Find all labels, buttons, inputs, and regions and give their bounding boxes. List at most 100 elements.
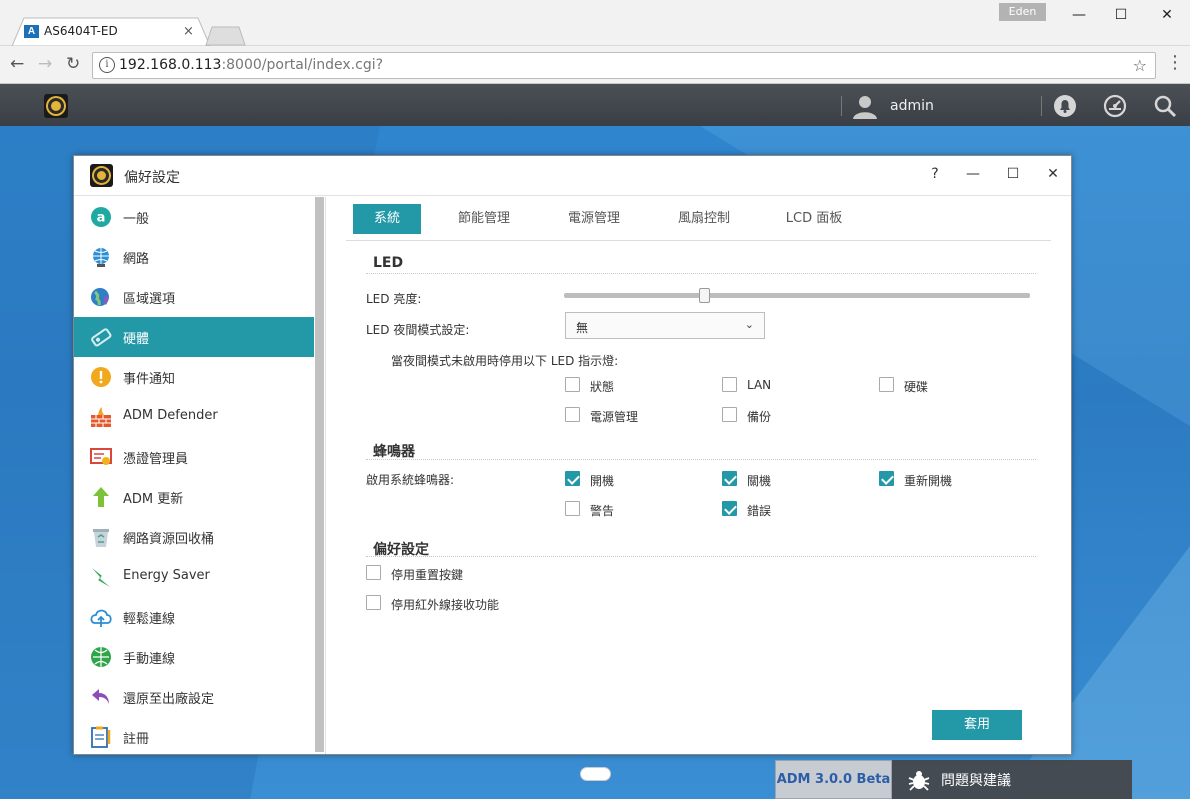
taskbar-divider	[841, 96, 842, 116]
led-disk-checkbox[interactable]	[879, 377, 894, 392]
dialog-maximize-button[interactable]: ☐	[998, 162, 1028, 186]
buzzer-boot-checkbox[interactable]	[565, 471, 580, 486]
led-brightness-slider-handle[interactable]	[698, 288, 710, 303]
adm-main-menu-button[interactable]	[44, 94, 68, 118]
user-icon[interactable]	[852, 95, 878, 119]
sidebar-item-label: 硬體	[123, 332, 150, 347]
led-power-checkbox[interactable]	[565, 407, 580, 422]
disable-ir-receiver-label: 停用紅外線接收功能	[391, 598, 500, 612]
tab-power-saving[interactable]: 節能管理	[444, 204, 524, 234]
dock-toggle-button[interactable]	[580, 767, 611, 781]
tab-divider	[346, 240, 1051, 241]
sidebar-item-ezconnect[interactable]: 輕鬆連線	[74, 597, 314, 637]
energy-saver-icon	[92, 568, 110, 587]
sidebar-item-factory-reset[interactable]: 還原至出廠設定	[74, 677, 314, 717]
tab-fan-control[interactable]: 風扇控制	[664, 204, 744, 234]
sidebar-item-label: ADM 更新	[123, 492, 184, 507]
led-night-mode-value: 無	[576, 321, 589, 335]
buzzer-shutdown-checkbox[interactable]	[722, 471, 737, 486]
buzzer-error-label: 錯誤	[747, 504, 772, 518]
url-host: 192.168.0.113	[119, 57, 222, 73]
feedback-button[interactable]: 問題與建議	[892, 760, 1132, 799]
update-icon	[93, 487, 109, 507]
url-text[interactable]: 192.168.0.113:8000/portal/index.cgi?	[119, 57, 383, 73]
reload-icon[interactable]: ↻	[66, 54, 80, 74]
adm-logo-icon	[48, 98, 64, 114]
sidebar-item-recycle-bin[interactable]: 網路資源回收桶	[74, 517, 314, 557]
tab-close-icon[interactable]: ×	[183, 24, 194, 39]
led-disable-label: 當夜間模式未啟用時停用以下 LED 指示燈:	[391, 354, 619, 368]
sidebar-item-label: 輕鬆連線	[123, 612, 176, 627]
tab-lcd-panel[interactable]: LCD 面板	[774, 204, 854, 234]
section-divider	[366, 556, 1036, 557]
adm-username[interactable]: admin	[890, 98, 934, 114]
disable-ir-receiver-checkbox[interactable]	[366, 595, 381, 610]
new-tab-button[interactable]	[205, 26, 247, 46]
certificate-icon	[90, 448, 112, 465]
sidebar-item-general[interactable]: a 一般	[74, 197, 314, 237]
tab-title: AS6404T-ED	[44, 24, 118, 38]
section-divider	[366, 459, 1036, 460]
tab-system[interactable]: 系統	[353, 204, 421, 234]
dashboard-gauge-icon[interactable]	[1103, 94, 1127, 118]
network-icon	[93, 248, 109, 267]
disable-reset-button-checkbox[interactable]	[366, 565, 381, 580]
sidebar-item-certificate[interactable]: 憑證管理員	[74, 437, 314, 477]
preferences-app-icon	[90, 164, 113, 187]
buzzer-section-title: 蜂鳴器	[373, 444, 415, 460]
dialog-title: 偏好設定	[124, 170, 180, 186]
sidebar-item-hardware[interactable]: 硬體	[74, 317, 314, 357]
browser-menu-icon[interactable]: ⋮	[1166, 54, 1184, 72]
sidebar-item-label: 事件通知	[123, 372, 176, 387]
browser-tabstrip: A AS6404T-ED × Eden — ☐ ✕	[0, 0, 1190, 47]
registration-icon	[91, 726, 111, 748]
buzzer-enable-label: 啟用系統蜂鳴器:	[366, 473, 455, 487]
led-status-checkbox[interactable]	[565, 377, 580, 392]
led-status-label: 狀態	[590, 380, 615, 394]
notification-bell-icon[interactable]	[1053, 94, 1077, 118]
led-lan-checkbox[interactable]	[722, 377, 737, 392]
profile-chip[interactable]: Eden	[999, 3, 1046, 21]
search-icon[interactable]	[1153, 94, 1177, 118]
sidebar-scrollbar[interactable]	[315, 197, 324, 752]
recycle-bin-icon	[93, 529, 109, 547]
led-brightness-label: LED 亮度:	[366, 292, 422, 306]
dialog-help-button[interactable]: ?	[920, 162, 950, 186]
bookmark-star-icon[interactable]: ☆	[1133, 56, 1147, 75]
window-minimize-button[interactable]: —	[1056, 3, 1102, 27]
window-maximize-button[interactable]: ☐	[1098, 3, 1144, 27]
sidebar-item-energy-saver[interactable]: Energy Saver	[74, 557, 314, 597]
sidebar-item-notification[interactable]: 事件通知	[74, 357, 314, 397]
sidebar-item-defender[interactable]: ADM Defender	[74, 397, 314, 437]
sidebar-item-adm-update[interactable]: ADM 更新	[74, 477, 314, 517]
led-night-mode-select[interactable]: 無 ⌄	[565, 312, 765, 339]
buzzer-warning-checkbox[interactable]	[565, 501, 580, 516]
chevron-down-icon: ⌄	[744, 318, 754, 331]
taskbar-divider	[1041, 96, 1042, 116]
site-info-icon[interactable]: i	[99, 57, 115, 73]
sidebar-item-region[interactable]: 區域選項	[74, 277, 314, 317]
led-brightness-slider[interactable]	[564, 293, 1030, 298]
feedback-label: 問題與建議	[941, 773, 1011, 789]
apply-button[interactable]: 套用	[932, 710, 1022, 740]
region-icon	[91, 288, 109, 306]
sidebar-item-registration[interactable]: 註冊	[74, 717, 314, 754]
back-icon[interactable]: ←	[10, 54, 24, 74]
sidebar-item-network[interactable]: 網路	[74, 237, 314, 277]
sidebar-item-label: Energy Saver	[123, 568, 210, 583]
led-power-label: 電源管理	[590, 410, 639, 424]
buzzer-error-checkbox[interactable]	[722, 501, 737, 516]
dialog-title-bar[interactable]: 偏好設定 ? — ☐ ✕	[74, 156, 1071, 196]
settings-sidebar: a 一般 網路 區域選項 硬體 事件通知 ADM Defender 憑證管理員	[74, 197, 326, 754]
buzzer-reboot-checkbox[interactable]	[879, 471, 894, 486]
url-bar[interactable]: i 192.168.0.113:8000/portal/index.cgi? ☆	[92, 52, 1156, 79]
led-disk-label: 硬碟	[904, 380, 929, 394]
dialog-close-button[interactable]: ✕	[1038, 162, 1068, 186]
window-close-button[interactable]: ✕	[1144, 3, 1190, 27]
sidebar-item-label: 憑證管理員	[123, 452, 189, 467]
led-backup-checkbox[interactable]	[722, 407, 737, 422]
forward-icon[interactable]: →	[38, 54, 52, 74]
dialog-minimize-button[interactable]: —	[958, 162, 988, 186]
sidebar-item-manual-connect[interactable]: 手動連線	[74, 637, 314, 677]
tab-power-management[interactable]: 電源管理	[554, 204, 634, 234]
